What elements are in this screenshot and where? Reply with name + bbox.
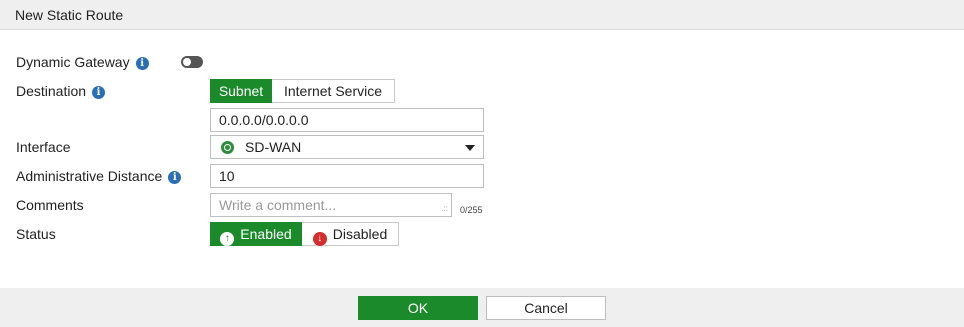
- destination-row: Destination i: [16, 82, 106, 100]
- dialog-title: New Static Route: [15, 7, 124, 23]
- status-disabled-button[interactable]: ↓ Disabled: [302, 222, 399, 246]
- resize-handle-icon[interactable]: .::: [441, 205, 448, 213]
- status-enabled-button[interactable]: ↑ Enabled: [210, 222, 302, 246]
- comments-counter: 0/255: [460, 205, 483, 215]
- subnet-input[interactable]: 0.0.0.0/0.0.0.0: [210, 108, 484, 132]
- dynamic-gateway-row: Dynamic Gateway i: [16, 53, 149, 71]
- dynamic-gateway-label: Dynamic Gateway: [16, 54, 130, 70]
- cancel-button[interactable]: Cancel: [486, 296, 606, 320]
- admin-distance-input[interactable]: 10: [210, 164, 484, 188]
- chevron-down-icon: [465, 145, 475, 151]
- dynamic-gateway-toggle[interactable]: [181, 56, 203, 68]
- comments-textarea[interactable]: Write a comment... .::: [210, 193, 452, 217]
- info-icon[interactable]: i: [92, 86, 106, 99]
- status-disabled-label: Disabled: [332, 226, 388, 242]
- arrow-down-circle-icon: ↓: [312, 232, 327, 246]
- ok-button[interactable]: OK: [358, 296, 478, 320]
- destination-label: Destination: [16, 83, 87, 99]
- interface-value: SD-WAN: [245, 139, 302, 155]
- comments-placeholder: Write a comment...: [219, 197, 337, 213]
- info-icon[interactable]: i: [135, 57, 149, 70]
- info-icon[interactable]: i: [168, 171, 182, 184]
- status-enabled-label: Enabled: [240, 226, 292, 242]
- admin-distance-row: Administrative Distance i: [16, 167, 182, 185]
- dialog-header: New Static Route: [0, 0, 964, 30]
- destination-internet-service-button[interactable]: Internet Service: [272, 79, 395, 103]
- interface-label: Interface: [16, 139, 71, 155]
- destination-subnet-button[interactable]: Subnet: [210, 79, 272, 103]
- status-label: Status: [16, 226, 56, 242]
- admin-distance-label: Administrative Distance: [16, 168, 163, 184]
- comments-label: Comments: [16, 197, 84, 213]
- toggle-knob: [183, 58, 191, 66]
- interface-select[interactable]: SD-WAN: [210, 135, 484, 159]
- arrow-up-circle-icon: ↑: [220, 232, 235, 246]
- dialog-footer: [0, 288, 964, 327]
- sdwan-icon: [221, 141, 234, 154]
